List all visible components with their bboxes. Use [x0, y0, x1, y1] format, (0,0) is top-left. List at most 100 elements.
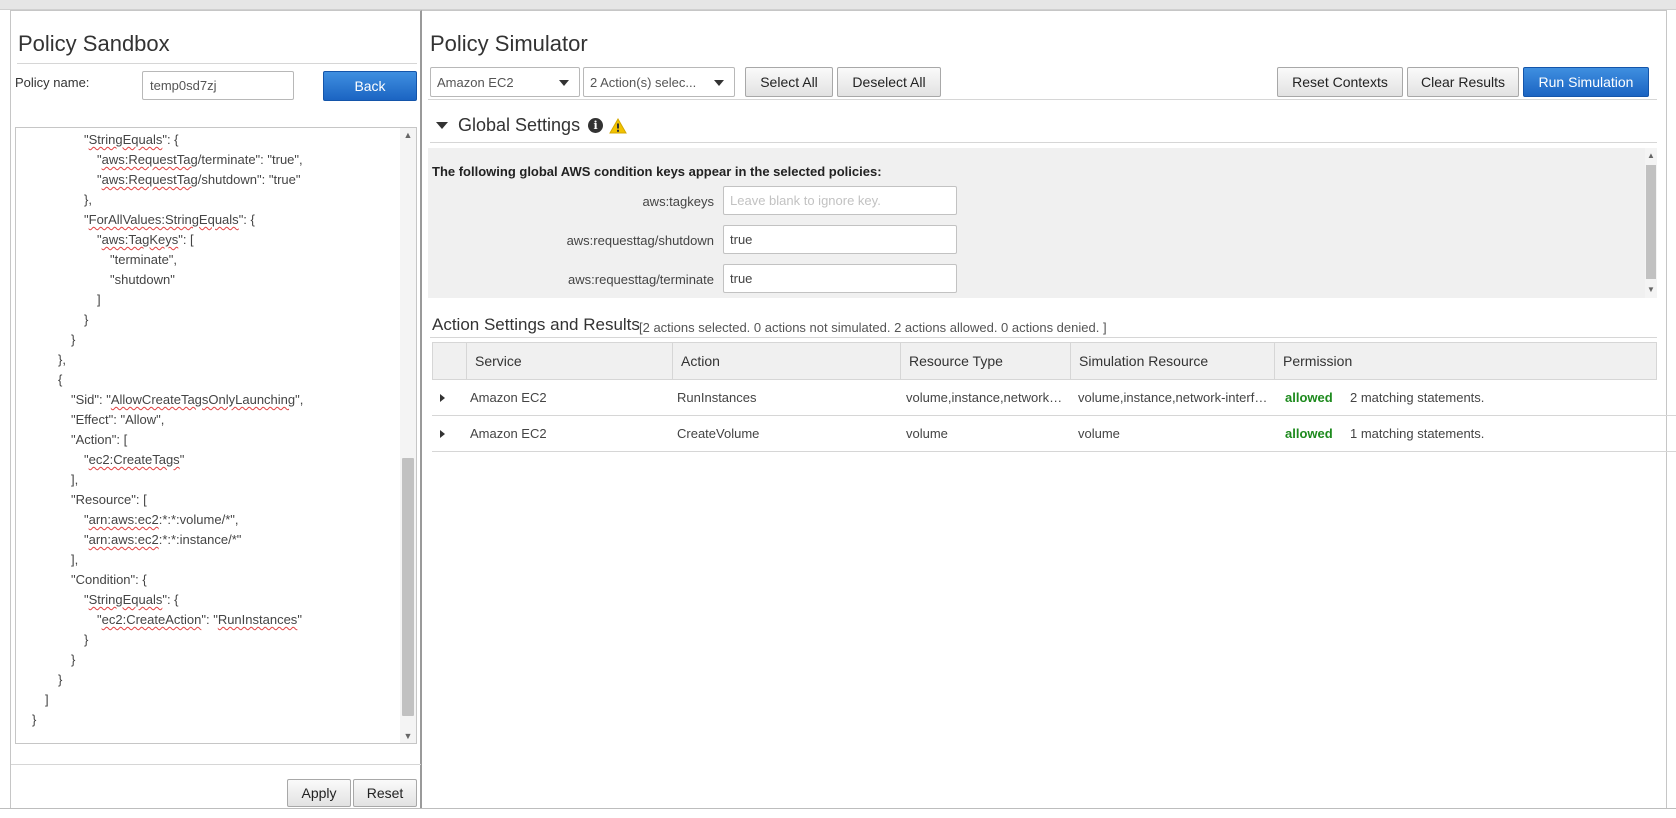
condition-key-label: aws:requesttag/terminate: [568, 272, 714, 287]
code-line: }: [16, 710, 398, 730]
code-line: "aws:RequestTag/terminate": "true",: [16, 150, 398, 170]
cell-action: RunInstances: [677, 390, 757, 405]
code-token: ": {: [162, 592, 179, 607]
aws-requesttag-shutdown-input[interactable]: [723, 225, 957, 254]
clear-results-button[interactable]: Clear Results: [1407, 67, 1519, 97]
cell-action: CreateVolume: [677, 426, 760, 441]
code-line: "StringEquals": {: [16, 590, 398, 610]
code-token-flagged: ForAllValues:StringEquals: [88, 212, 239, 227]
code-token: ": {: [238, 212, 255, 227]
code-token-flagged: aws:TagKeys: [101, 232, 179, 247]
editor-scroll-thumb[interactable]: [402, 458, 414, 716]
code-token: },: [84, 192, 92, 207]
code-line: {: [16, 370, 398, 390]
global-settings-intro: The following global AWS condition keys …: [432, 164, 882, 179]
code-line: ],: [16, 550, 398, 570]
code-token: ": [297, 612, 302, 627]
code-token: },: [58, 352, 66, 367]
condition-key-label: aws:requesttag/shutdown: [566, 233, 714, 248]
code-token: {: [58, 372, 63, 387]
matching-statements-link[interactable]: 2 matching statements.: [1350, 380, 1550, 416]
column-header-simulation-resource[interactable]: Simulation Resource: [1070, 343, 1274, 379]
cell-simulation-resource: volume,instance,network-interfa...: [1078, 390, 1270, 405]
warning-icon[interactable]: [609, 117, 627, 134]
table-row[interactable]: Amazon EC2 CreateVolume volume volume al…: [432, 416, 1676, 452]
scroll-up-icon[interactable]: ▲: [1645, 150, 1657, 162]
aws-tagkeys-input[interactable]: [723, 186, 957, 215]
editor-scrollbar[interactable]: ▲ ▼: [400, 128, 416, 743]
global-settings-header[interactable]: Global Settings i: [436, 115, 627, 136]
apply-button[interactable]: Apply: [287, 779, 351, 807]
code-token-flagged: AllowCreateTagsOnlyLaunching: [110, 392, 296, 407]
code-line: "terminate",: [16, 250, 398, 270]
code-token: ]: [45, 692, 49, 707]
expand-row-icon[interactable]: [440, 394, 445, 402]
code-line: "ForAllValues:StringEquals": {: [16, 210, 398, 230]
aws-requesttag-terminate-input[interactable]: [723, 264, 957, 293]
window-top-strip: [0, 0, 1676, 10]
column-header-resource-type[interactable]: Resource Type: [900, 343, 1070, 379]
info-icon[interactable]: i: [588, 118, 604, 133]
code-token-flagged: aws:RequestTag: [101, 152, 198, 167]
code-line: ]: [16, 290, 398, 310]
reset-button[interactable]: Reset: [353, 779, 417, 807]
toolbar-divider: [428, 99, 1657, 100]
matching-statements-link[interactable]: 1 matching statements.: [1350, 416, 1550, 452]
table-row[interactable]: Amazon EC2 RunInstances volume,instance,…: [432, 380, 1676, 416]
code-token: ]: [97, 292, 101, 307]
code-token: "Condition": {: [71, 572, 147, 587]
scroll-down-icon[interactable]: ▼: [1645, 284, 1657, 296]
chevron-down-icon: [559, 80, 569, 86]
scroll-down-icon[interactable]: ▼: [400, 729, 416, 743]
code-line: "Effect": "Allow",: [16, 410, 398, 430]
code-token: ": [179, 452, 185, 467]
expand-row-icon[interactable]: [440, 430, 445, 438]
code-token: :*:*:instance/*": [158, 532, 242, 547]
global-settings-divider: [430, 142, 1657, 143]
code-token: "Action": [: [71, 432, 128, 447]
actions-select-value: 2 Action(s) selec...: [590, 74, 697, 90]
column-header-permission[interactable]: Permission: [1274, 343, 1656, 379]
service-select[interactable]: Amazon EC2: [430, 67, 580, 97]
service-select-value: Amazon EC2: [437, 74, 514, 90]
policy-simulator-panel: Policy Simulator Amazon EC2 2 Action(s) …: [422, 10, 1676, 810]
run-simulation-button[interactable]: Run Simulation: [1523, 67, 1649, 97]
code-token: }: [71, 652, 76, 667]
actions-select[interactable]: 2 Action(s) selec...: [583, 67, 735, 97]
code-token: :*:*:volume/*",: [158, 512, 239, 527]
deselect-all-button[interactable]: Deselect All: [837, 67, 941, 97]
policy-json-code[interactable]: "StringEquals": { "aws:RequestTag/termina…: [16, 130, 398, 730]
cell-simulation-resource: volume: [1078, 426, 1120, 441]
column-header-action[interactable]: Action: [672, 343, 900, 379]
code-token-flagged: aws:RequestTag: [101, 172, 198, 187]
policy-name-input[interactable]: [142, 71, 294, 100]
policy-json-editor[interactable]: "StringEquals": { "aws:RequestTag/termina…: [15, 127, 417, 744]
global-settings-scrollbar[interactable]: ▲ ▼: [1645, 148, 1657, 298]
code-token: ],: [71, 472, 79, 487]
code-line: "aws:TagKeys": [: [16, 230, 398, 250]
code-token: ": [: [178, 232, 194, 247]
code-token: }: [84, 632, 89, 647]
reset-contexts-button[interactable]: Reset Contexts: [1277, 67, 1403, 97]
select-all-button[interactable]: Select All: [745, 67, 833, 97]
condition-key-label: aws:tagkeys: [642, 194, 714, 209]
code-line: }: [16, 670, 398, 690]
code-line: "Sid": "AllowCreateTagsOnlyLaunching",: [16, 390, 398, 410]
results-title: Action Settings and Results: [432, 315, 640, 334]
code-token-flagged: arn:aws:ec2: [88, 532, 159, 547]
code-line: },: [16, 350, 398, 370]
simulator-title: Policy Simulator: [430, 31, 588, 56]
code-token-flagged: arn:aws:ec2: [88, 512, 159, 527]
column-header-service[interactable]: Service: [466, 343, 672, 379]
code-line: "ec2:CreateTags": [16, 450, 398, 470]
global-settings-box: The following global AWS condition keys …: [428, 148, 1657, 298]
scroll-up-icon[interactable]: ▲: [400, 128, 416, 142]
code-line: "aws:RequestTag/shutdown": "true": [16, 170, 398, 190]
code-line: "shutdown": [16, 270, 398, 290]
back-button[interactable]: Back: [323, 71, 417, 101]
policy-name-label: Policy name:: [15, 75, 90, 90]
global-scroll-thumb[interactable]: [1646, 165, 1656, 279]
collapse-triangle-icon[interactable]: [436, 122, 448, 129]
code-token: "shutdown": [110, 272, 175, 287]
chevron-down-icon: [714, 80, 724, 86]
